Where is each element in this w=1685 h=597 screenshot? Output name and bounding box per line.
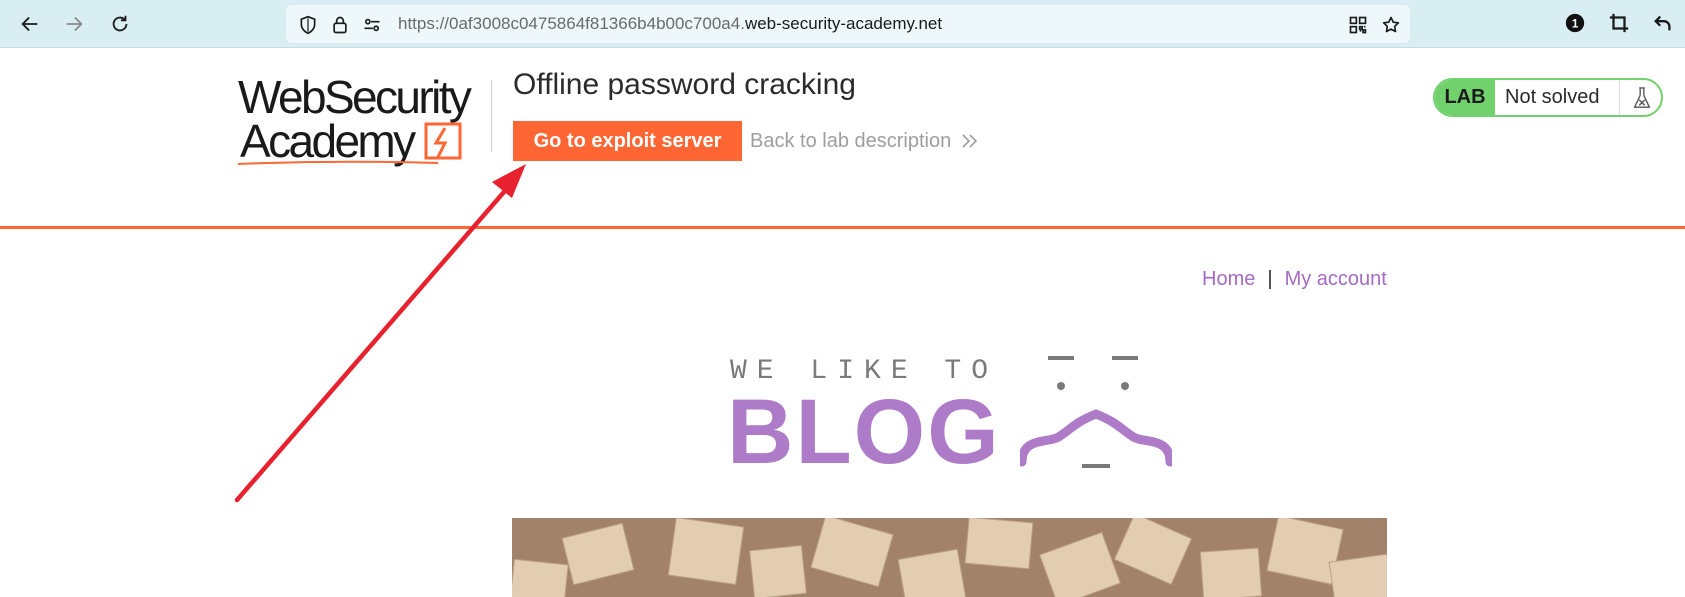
svg-text:1: 1 xyxy=(1572,17,1579,31)
lab-status-badge: LAB Not solved xyxy=(1433,78,1663,117)
home-link[interactable]: Home xyxy=(1202,268,1255,290)
back-to-lab-description-link[interactable]: Back to lab description xyxy=(750,130,951,153)
blog-nav: Home | My account xyxy=(1202,268,1387,291)
header-orange-rule xyxy=(0,226,1685,229)
url-text[interactable]: https://0af3008c0475864f81366b4b00c700a4… xyxy=(398,5,942,43)
lab-label: LAB xyxy=(1435,80,1495,115)
permissions-icon[interactable] xyxy=(362,15,382,35)
web-security-academy-logo[interactable]: WebSecurity Academy xyxy=(238,74,490,166)
header-divider xyxy=(491,80,492,152)
go-to-exploit-server-button[interactable]: Go to exploit server xyxy=(513,121,742,161)
undo-icon[interactable] xyxy=(1651,11,1675,35)
page: https://0af3008c0475864f81366b4b00c700a4… xyxy=(0,0,1685,597)
banner-blog-word: BLOG xyxy=(727,381,1001,483)
lab-status-text: Not solved xyxy=(1505,86,1600,108)
my-account-link[interactable]: My account xyxy=(1285,268,1387,290)
address-bar[interactable]: https://0af3008c0475864f81366b4b00c700a4… xyxy=(286,5,1410,43)
logo-underline xyxy=(238,160,439,165)
lock-icon[interactable] xyxy=(330,15,350,35)
blog-hero-image xyxy=(512,518,1387,597)
shield-icon[interactable] xyxy=(298,15,318,35)
back-arrow-icon[interactable] xyxy=(14,8,46,40)
logo-line-2: Academy xyxy=(240,115,416,167)
url-prefix: https://0af3008c0475864f81366b4b00c700a4… xyxy=(398,14,745,33)
forward-arrow-icon[interactable] xyxy=(58,8,90,40)
nav-separator: | xyxy=(1267,268,1273,290)
url-host: web-security-academy.net xyxy=(744,14,943,33)
browser-toolbar: https://0af3008c0475864f81366b4b00c700a4… xyxy=(0,0,1685,48)
reload-icon[interactable] xyxy=(104,8,136,40)
bookmark-star-icon[interactable] xyxy=(1381,15,1401,35)
blog-face-icon xyxy=(1020,356,1172,468)
qr-code-icon[interactable] xyxy=(1348,15,1368,35)
logo-line-1: WebSecurity xyxy=(238,71,472,123)
lab-title: Offline password cracking xyxy=(513,68,856,101)
crop-icon[interactable] xyxy=(1607,11,1631,35)
double-chevron-right-icon[interactable] xyxy=(960,131,980,151)
extension-badge-icon[interactable]: 1 xyxy=(1563,11,1587,35)
flask-icon xyxy=(1619,80,1661,115)
